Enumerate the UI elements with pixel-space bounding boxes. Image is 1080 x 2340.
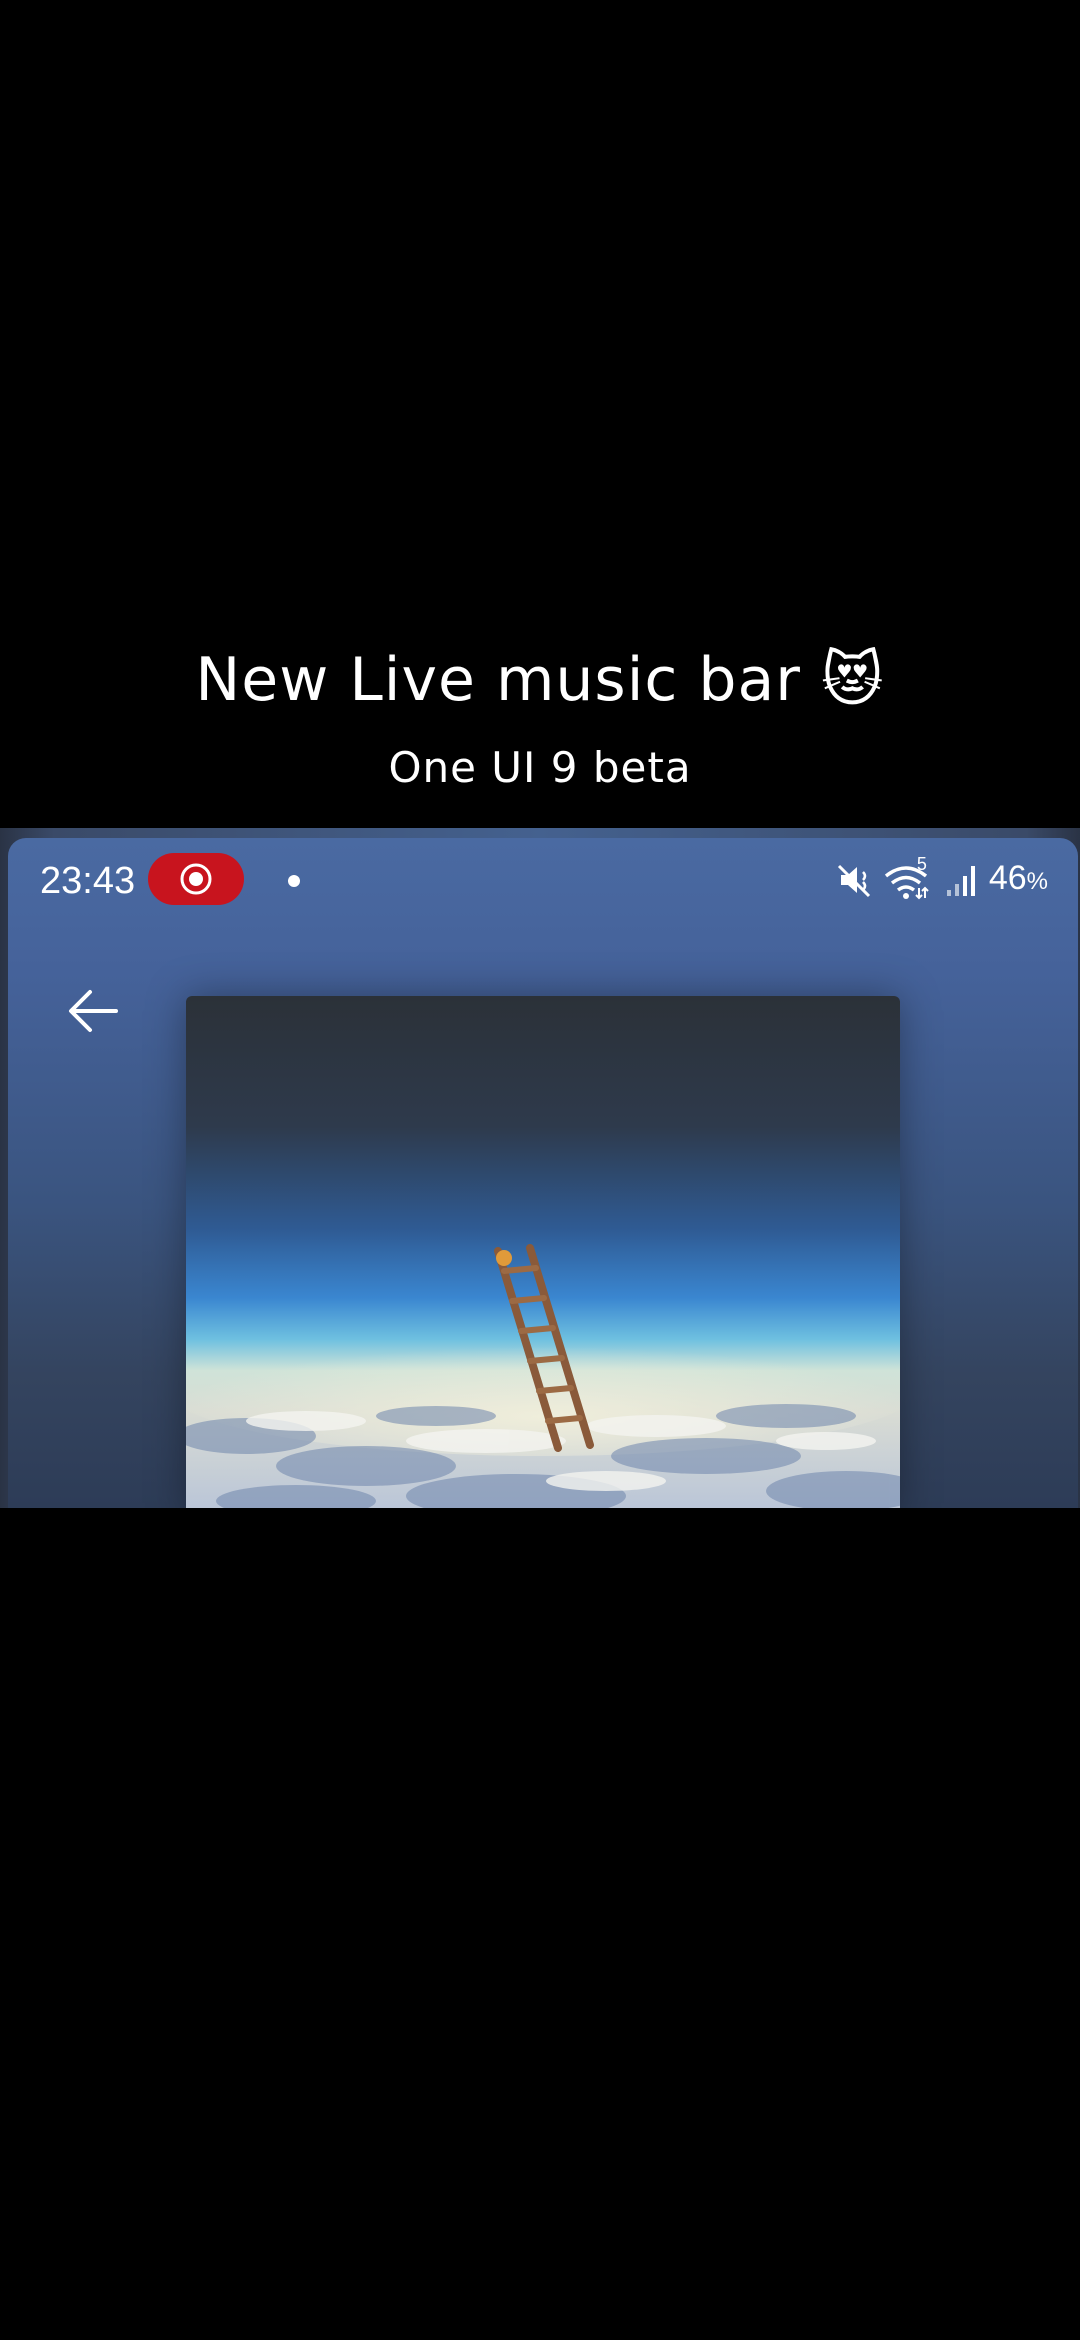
arrow-left-icon xyxy=(69,990,118,1032)
battery-unit: % xyxy=(1026,868,1048,895)
wifi-indicator: 5 xyxy=(883,854,937,902)
battery-level: 46% xyxy=(989,853,1048,907)
notification-dot xyxy=(288,875,300,887)
phone-screen: 23:43 5 46% xyxy=(8,838,1078,1508)
signal-icon xyxy=(946,866,975,896)
wifi-badge: 5 xyxy=(916,854,927,874)
page: New Live music bar 😻 One UI 9 beta 23:43 xyxy=(0,0,1080,2340)
status-bar: 23:43 5 46% xyxy=(8,838,1078,924)
mute-icon xyxy=(837,864,870,898)
screen-record-indicator[interactable] xyxy=(148,853,244,905)
caption-subtitle: One UI 9 beta xyxy=(388,743,692,792)
back-button[interactable] xyxy=(50,968,136,1054)
phone-frame: 23:43 5 46% xyxy=(0,828,1080,1508)
battery-value: 46 xyxy=(988,859,1027,897)
screen-record-icon xyxy=(180,863,212,895)
status-icons: 5 46% xyxy=(835,854,1048,906)
status-time: 23:43 xyxy=(40,860,136,902)
album-art xyxy=(186,996,900,1508)
caption-title: New Live music bar 😻 xyxy=(195,645,885,715)
album-cover-image xyxy=(186,996,900,1508)
